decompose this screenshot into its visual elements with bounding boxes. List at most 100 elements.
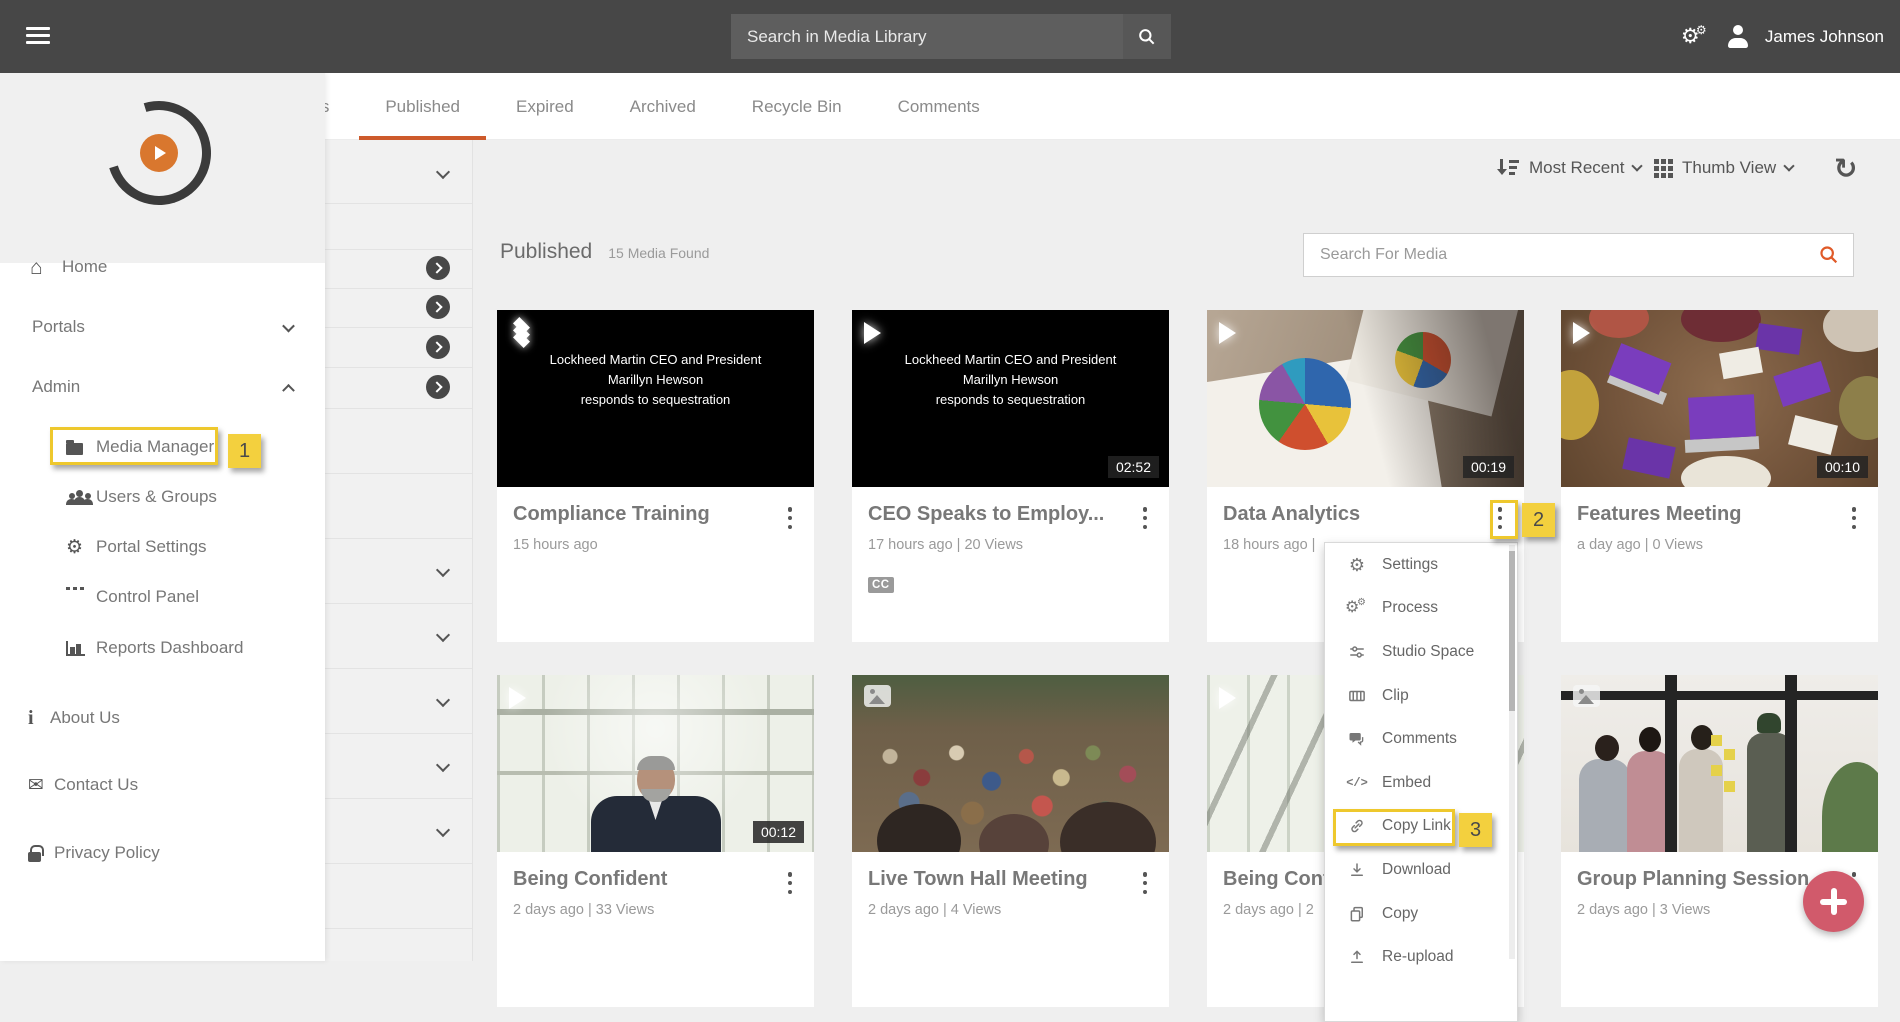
media-thumbnail[interactable]: Lockheed Martin CEO and PresidentMarilly… [497, 310, 814, 487]
media-title[interactable]: Features Meeting [1577, 503, 1862, 526]
media-title[interactable]: Live Town Hall Meeting [868, 868, 1153, 891]
link-icon [1345, 817, 1369, 835]
sidebar-item-label: Admin [32, 377, 80, 397]
menu-item-label: Copy [1382, 905, 1418, 923]
sidebar-item-reports-dashboard[interactable]: Reports Dashboard [0, 626, 325, 670]
sidebar-item-contact-us[interactable]: ✉ Contact Us [0, 763, 325, 807]
expand-arrow-icon[interactable] [426, 295, 450, 319]
sidebar-item-admin[interactable]: Admin [0, 365, 325, 409]
code-icon: </> [1345, 776, 1369, 790]
info-icon: i [28, 708, 50, 728]
media-card[interactable]: Lockheed Martin CEO and PresidentMarilly… [852, 310, 1169, 642]
sort-dropdown[interactable]: Most Recent [1496, 158, 1641, 178]
sidebar-item-home[interactable]: ⌂ Home [0, 245, 325, 289]
sidebar-item-label: Contact Us [54, 775, 138, 795]
media-thumbnail[interactable]: 00:19 [1207, 310, 1524, 487]
kebab-menu-icon[interactable] [782, 870, 798, 896]
menu-scrollbar[interactable] [1509, 545, 1515, 959]
expand-arrow-icon[interactable] [426, 256, 450, 280]
media-thumbnail[interactable]: 00:10 [1561, 310, 1878, 487]
menu-item-copy[interactable]: Copy [1325, 892, 1517, 936]
chevron-down-icon[interactable] [436, 165, 450, 179]
media-card[interactable]: Lockheed Martin CEO and PresidentMarilly… [497, 310, 814, 642]
kebab-menu-icon[interactable] [1846, 505, 1862, 531]
download-icon [1345, 861, 1369, 879]
sidebar-item-about-us[interactable]: i About Us [0, 696, 325, 740]
sidebar-item-media-manager[interactable]: Media Manager [0, 425, 325, 469]
chevron-down-icon[interactable] [436, 758, 450, 772]
view-dropdown[interactable]: Thumb View [1654, 158, 1793, 178]
sidebar: ⌂ Home Portals Admin Media Manager Users… [0, 73, 325, 961]
user-name[interactable]: James Johnson [1765, 27, 1884, 47]
menu-item-download[interactable]: Download [1325, 848, 1517, 892]
search-icon [1818, 244, 1840, 266]
sidebar-item-portal-settings[interactable]: ⚙ Portal Settings [0, 525, 325, 569]
media-card[interactable]: Group Planning Session 2 days ago | 3 Vi… [1561, 675, 1878, 1007]
hamburger-menu-icon[interactable] [26, 27, 50, 44]
gear-icon: ⚙ [66, 538, 96, 557]
chart-icon [66, 641, 96, 656]
library-search-input[interactable] [731, 14, 1123, 59]
menu-item-studio-space[interactable]: Studio Space [1325, 630, 1517, 674]
user-avatar-icon[interactable] [1726, 25, 1750, 49]
menu-item-label: Download [1382, 861, 1451, 879]
library-search-button[interactable] [1123, 14, 1171, 59]
refresh-icon[interactable]: ↻ [1834, 152, 1857, 185]
sidebar-item-label: Portals [32, 317, 85, 337]
kebab-menu-icon[interactable] [782, 505, 798, 531]
expand-arrow-icon[interactable] [426, 335, 450, 359]
menu-item-settings[interactable]: ⚙ Settings [1325, 543, 1517, 587]
thumbnail-caption: Lockheed Martin CEO and PresidentMarilly… [497, 350, 814, 410]
duration-badge: 00:10 [1817, 456, 1868, 478]
menu-item-comments[interactable]: Comments [1325, 717, 1517, 761]
sidebar-item-privacy-policy[interactable]: Privacy Policy [0, 831, 325, 875]
media-card[interactable]: 00:10 Features Meeting a day ago | 0 Vie… [1561, 310, 1878, 642]
media-title[interactable]: Data Analytics [1223, 503, 1508, 526]
settings-gears-icon[interactable]: ⚙⚙ [1681, 24, 1711, 50]
menu-item-process[interactable]: ⚙⚙ Process [1325, 587, 1517, 631]
chevron-down-icon [1632, 160, 1643, 171]
sidebar-item-users-groups[interactable]: Users & Groups [0, 475, 325, 519]
kebab-menu-icon[interactable] [1492, 505, 1508, 531]
media-title[interactable]: Being Confident [513, 868, 798, 891]
add-media-button[interactable] [1803, 871, 1864, 932]
media-thumbnail[interactable] [1561, 675, 1878, 852]
envelope-icon: ✉ [28, 776, 54, 795]
media-card[interactable]: Live Town Hall Meeting 2 days ago | 4 Vi… [852, 675, 1169, 1007]
menu-item-re-upload[interactable]: Re-upload [1325, 935, 1517, 979]
section-header: Published 15 Media Found [500, 240, 709, 264]
tab-published[interactable]: Published [385, 73, 460, 140]
play-icon [1219, 687, 1236, 709]
image-icon [864, 685, 891, 707]
sidebar-item-portals[interactable]: Portals [0, 305, 325, 349]
media-thumbnail[interactable] [852, 675, 1169, 852]
expand-arrow-icon[interactable] [426, 375, 450, 399]
section-title: Published [500, 240, 592, 264]
media-title[interactable]: Compliance Training [513, 503, 798, 526]
sidebar-item-label: Home [62, 257, 107, 277]
chevron-down-icon[interactable] [436, 628, 450, 642]
menu-item-embed[interactable]: </> Embed [1325, 761, 1517, 805]
tab-comments[interactable]: Comments [898, 73, 980, 140]
app-logo[interactable] [107, 101, 211, 205]
menu-item-label: Embed [1382, 774, 1431, 792]
chevron-down-icon[interactable] [436, 823, 450, 837]
chevron-down-icon[interactable] [436, 693, 450, 707]
media-title[interactable]: CEO Speaks to Employ... [868, 503, 1153, 526]
tab-archived[interactable]: Archived [630, 73, 696, 140]
tab-expired[interactable]: Expired [516, 73, 574, 140]
gears-icon: ⚙⚙ [1345, 598, 1369, 618]
media-thumbnail[interactable]: 00:12 [497, 675, 814, 852]
kebab-menu-icon[interactable] [1137, 870, 1153, 896]
media-found-count: 15 Media Found [608, 245, 709, 261]
chevron-down-icon[interactable] [436, 563, 450, 577]
media-search-input[interactable] [1304, 246, 1805, 264]
sidebar-item-control-panel[interactable]: Control Panel [0, 575, 325, 619]
media-meta: 15 hours ago [513, 537, 798, 553]
media-card[interactable]: 00:12 Being Confident 2 days ago | 33 Vi… [497, 675, 814, 1007]
tab-recycle-bin[interactable]: Recycle Bin [752, 73, 842, 140]
kebab-menu-icon[interactable] [1137, 505, 1153, 531]
media-thumbnail[interactable]: Lockheed Martin CEO and PresidentMarilly… [852, 310, 1169, 487]
menu-item-clip[interactable]: Clip [1325, 674, 1517, 718]
media-search-button[interactable] [1805, 234, 1853, 276]
